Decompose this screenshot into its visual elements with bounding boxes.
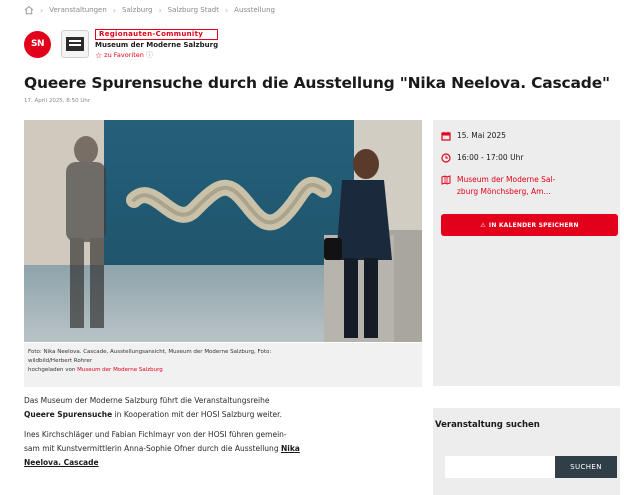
event-location-line-2: zburg Mönchsberg, Am... <box>457 187 551 196</box>
page-title: Queere Spurensuche durch die Ausstellung… <box>24 74 610 92</box>
clock-icon <box>441 153 451 163</box>
p2-link-1[interactable]: Nika <box>281 444 300 453</box>
brand-text: Regionauten-Community Museum der Moderne… <box>95 28 219 60</box>
favorites-link[interactable]: ☆ zu Favoriten ⓘ <box>95 51 218 60</box>
calendar-icon <box>441 131 451 141</box>
home-icon[interactable] <box>24 5 34 15</box>
star-icon: ☆ <box>95 50 103 60</box>
article-body: Das Museum der Moderne Salzburg führt di… <box>24 394 424 476</box>
p2-text-a: Ines Kirchschläger und Fabian Fichlmayr … <box>24 430 287 439</box>
map-icon <box>441 175 451 185</box>
breadcrumb: › Veranstaltungen › Salzburg › Salzburg … <box>24 2 275 18</box>
article-date: 17. April 2025, 8:50 Uhr <box>24 98 91 104</box>
search-button[interactable]: SUCHEN <box>555 456 617 478</box>
p1-text-b: in Kooperation mit der HOSI Salzburg wei… <box>114 410 282 419</box>
event-location-text[interactable]: Museum der Moderne Sal- zburg Mönchsberg… <box>457 174 555 198</box>
breadcrumb-separator: › <box>112 5 116 15</box>
caption-line-1: Foto: Nika Neelova. Cascade, Ausstellung… <box>28 349 272 355</box>
paragraph-1: Das Museum der Moderne Salzburg führt di… <box>24 394 424 422</box>
search-input[interactable] <box>445 456 555 478</box>
breadcrumb-item-3[interactable]: Salzburg Stadt <box>168 6 219 14</box>
caption-uploaded: hochgeladen von Museum der Moderne Salzb… <box>28 365 418 375</box>
event-time: 16:00 - 17:00 Uhr <box>441 152 523 164</box>
caption-line-2: wildbild/Herbert Rohrer <box>28 358 92 364</box>
info-icon[interactable]: ⓘ <box>146 51 153 60</box>
paragraph-2: Ines Kirchschläger und Fabian Fichlmayr … <box>24 428 424 470</box>
save-to-calendar-button[interactable]: ⚠ IN KALENDER SPEICHERN <box>441 214 618 236</box>
save-to-calendar-label: IN KALENDER SPEICHERN <box>488 221 579 229</box>
caption-prefix: hochgeladen von <box>28 367 76 373</box>
event-date: 15. Mai 2025 <box>441 130 506 142</box>
breadcrumb-separator: › <box>158 5 162 15</box>
event-location[interactable]: Museum der Moderne Sal- zburg Mönchsberg… <box>441 174 611 198</box>
image-caption: Foto: Nika Neelova. Cascade, Ausstellung… <box>24 343 422 387</box>
search-title: Veranstaltung suchen <box>435 420 540 430</box>
caption-author-link[interactable]: Museum der Moderne Salzburg <box>77 367 163 373</box>
breadcrumb-separator: › <box>40 5 44 15</box>
brand-row: SN Regionauten-Community Museum der Mode… <box>24 27 219 61</box>
event-location-line-1: Museum der Moderne Sal- <box>457 175 556 184</box>
community-badge[interactable]: Regionauten-Community <box>95 28 219 40</box>
p1-bold: Queere Spurensuche <box>24 410 113 419</box>
museum-logo[interactable] <box>61 30 89 58</box>
event-time-text: 16:00 - 17:00 Uhr <box>457 153 524 162</box>
event-date-text: 15. Mai 2025 <box>457 131 506 140</box>
hero-photo <box>24 120 422 342</box>
event-search-box: Veranstaltung suchen SUCHEN <box>433 408 620 495</box>
p2-link-2[interactable]: Neelova. Cascade <box>24 458 99 467</box>
site-logo-text: SN <box>30 39 45 49</box>
event-info-box: 15. Mai 2025 16:00 - 17:00 Uhr Museum de… <box>433 120 620 386</box>
favorites-label: zu Favoriten <box>104 50 144 59</box>
museum-name[interactable]: Museum der Moderne Salzburg <box>95 41 218 50</box>
breadcrumb-item-2[interactable]: Salzburg <box>122 6 152 14</box>
breadcrumb-separator: › <box>224 5 229 15</box>
museum-logo-mark <box>66 37 84 51</box>
breadcrumb-item-4[interactable]: Ausstellung <box>234 6 275 14</box>
breadcrumb-item-1[interactable]: Veranstaltungen <box>49 6 107 14</box>
p2-text-b: sam mit Kunstvermittlerin Anna-Sophie Of… <box>24 444 279 453</box>
p1-text-a: Das Museum der Moderne Salzburg führt di… <box>24 396 270 405</box>
site-logo[interactable]: SN <box>24 30 51 58</box>
hero-image[interactable] <box>24 120 422 342</box>
calendar-add-icon: ⚠ <box>480 221 486 229</box>
